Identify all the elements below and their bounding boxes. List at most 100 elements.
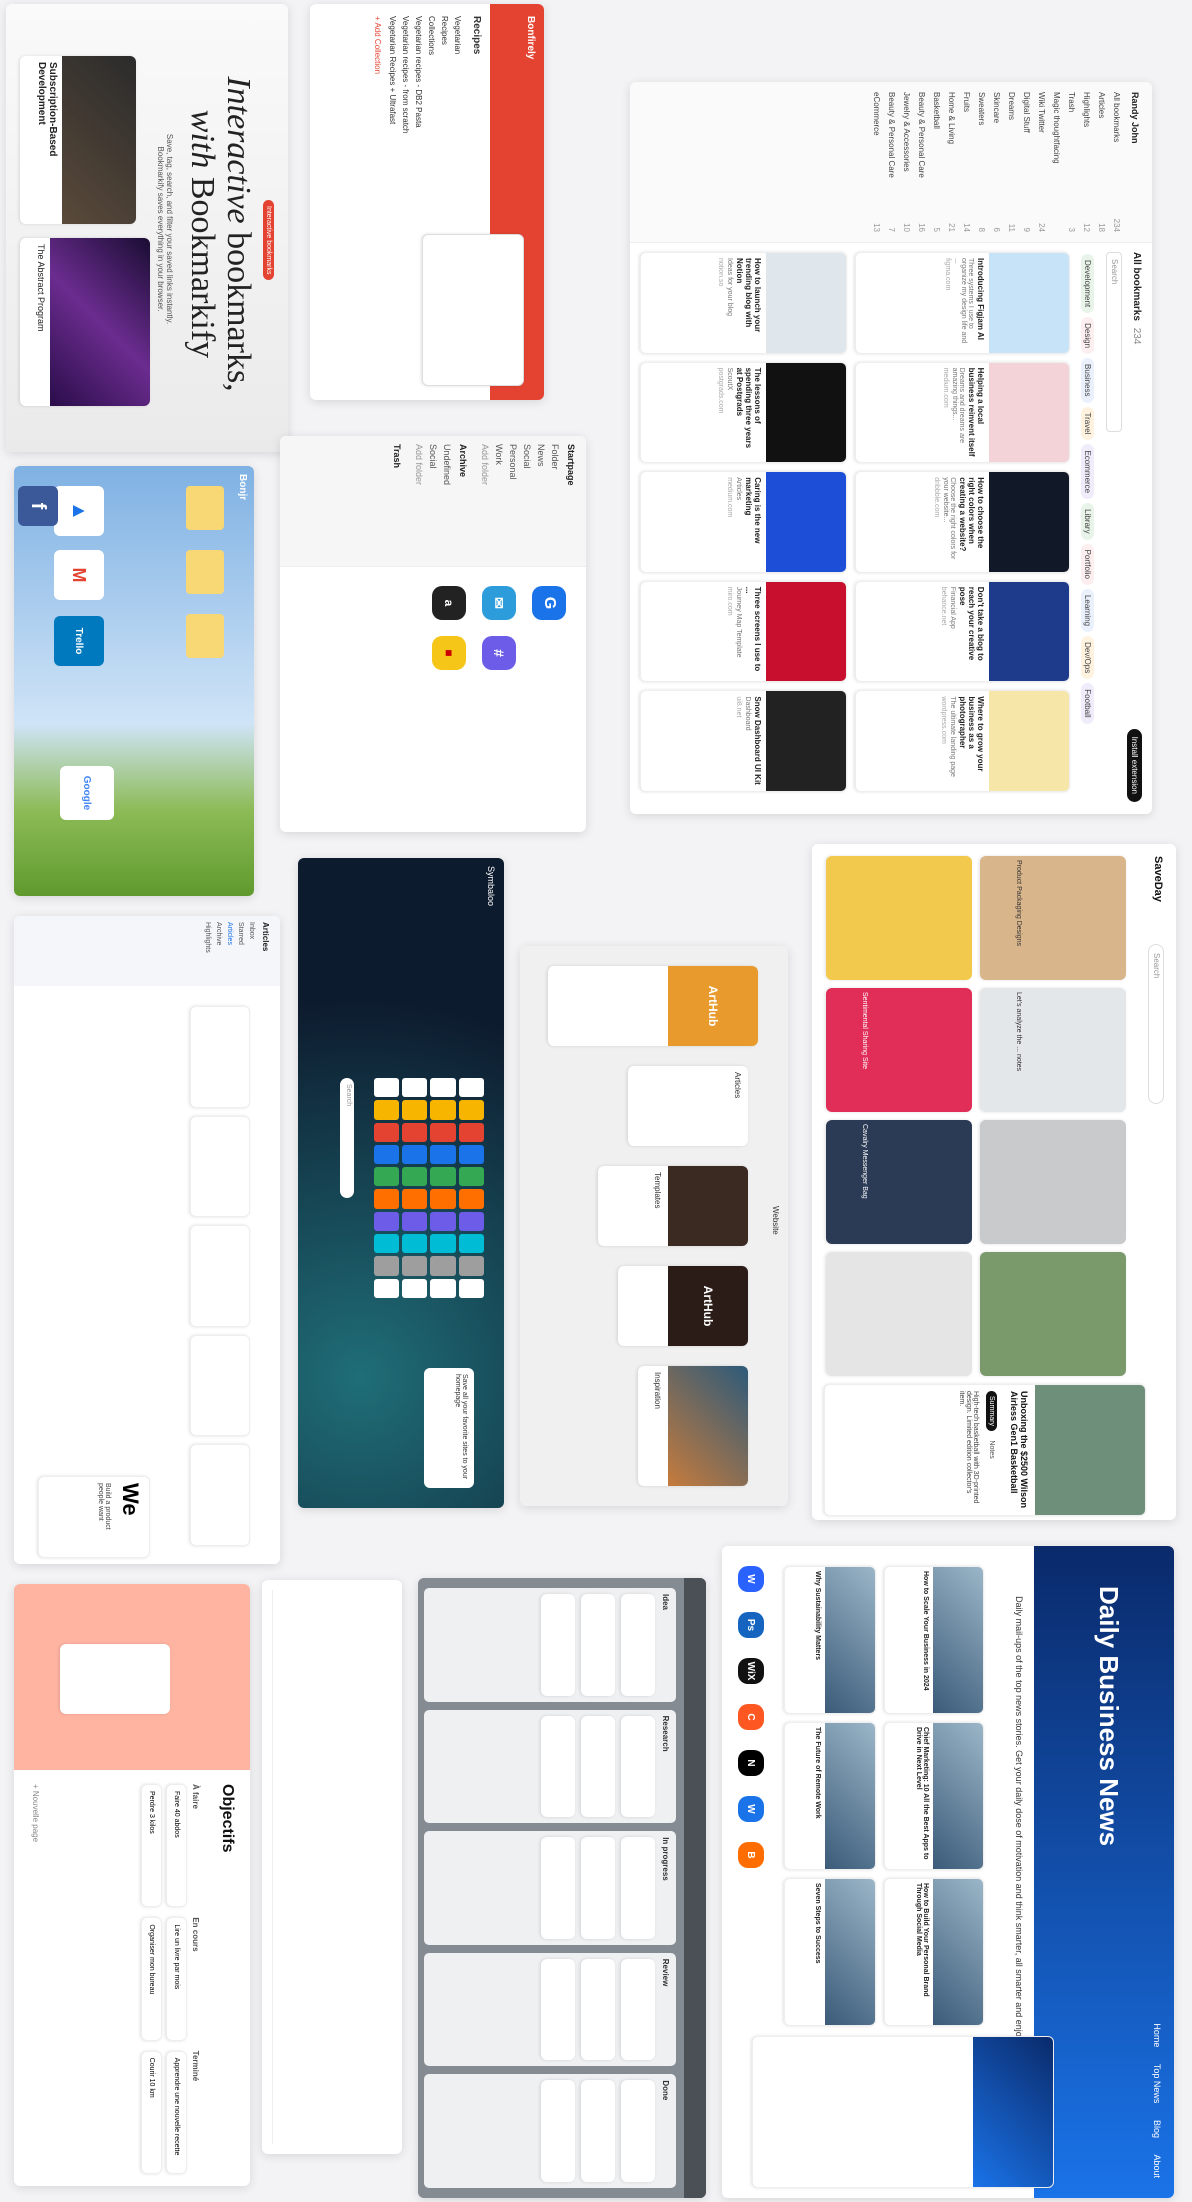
todo-item[interactable]: Vegetarian recipes - DB2 Pasta <box>412 16 425 196</box>
kanban-card[interactable] <box>621 1594 655 1696</box>
search-bar[interactable]: Search <box>340 1078 354 1198</box>
article-card[interactable] <box>190 1225 250 1327</box>
mail-icon[interactable]: ✉ <box>482 586 516 620</box>
speed-dial-tile-icon[interactable] <box>402 1122 428 1142</box>
grid-item[interactable] <box>826 856 972 980</box>
sidebar-item[interactable]: Inbox <box>246 916 257 986</box>
speed-dial-tile-icon[interactable] <box>402 1234 428 1254</box>
todo-add-button[interactable]: + Add Collection <box>369 16 386 196</box>
news-article-card[interactable]: The Future of Remote Work <box>784 1722 877 1870</box>
grid-item[interactable]: Cavalry Messenger Bag <box>826 1120 972 1244</box>
tag-filter[interactable]: Business <box>1081 358 1094 403</box>
news-article-card[interactable]: How to Build Your Personal Brand Through… <box>884 1878 984 2026</box>
grid-item[interactable] <box>980 1120 1126 1244</box>
sidebar-item[interactable]: Trash 3 <box>1064 82 1079 242</box>
arthub-card[interactable]: ArtHub <box>548 966 758 1046</box>
folder-item[interactable]: News <box>534 444 548 558</box>
folder-icon[interactable] <box>186 550 224 594</box>
app-icon[interactable]: WiX <box>738 1658 764 1684</box>
folder-item[interactable]: Social <box>520 444 534 558</box>
tag-filter[interactable]: Travel <box>1081 406 1094 441</box>
goal-card[interactable]: Perdre 3 kilos <box>141 1784 162 1908</box>
trello-icon[interactable]: Trello <box>54 616 104 666</box>
speed-dial-tile-icon[interactable] <box>402 1144 428 1165</box>
gmail-icon[interactable]: M <box>54 550 104 600</box>
folder-icon[interactable] <box>186 486 224 530</box>
speed-dial-tile-icon[interactable] <box>458 1278 484 1298</box>
new-page-button[interactable]: + Nouvelle page <box>31 1784 40 1842</box>
add-folder-button[interactable]: Add folder <box>478 444 492 558</box>
kanban-card[interactable] <box>581 1715 615 1818</box>
kanban-card[interactable] <box>541 1958 575 2061</box>
app-icon[interactable]: Ps <box>738 1612 764 1638</box>
grid-item[interactable]: Let's analyze the ... notes <box>980 988 1126 1112</box>
grid-item[interactable]: Sentimental Sharing Site <box>826 988 972 1112</box>
kanban-card[interactable] <box>581 1958 615 2061</box>
sidebar-item[interactable]: Jewelry & Accessories 10 <box>899 82 914 242</box>
tag-filter[interactable]: Ecommerce <box>1081 444 1094 500</box>
article-card[interactable] <box>190 1115 250 1218</box>
sidebar-item[interactable]: All bookmarks 234 <box>1109 82 1124 242</box>
sidebar-item[interactable]: Digital Stuff 9 <box>1019 82 1034 242</box>
speed-dial-tile-icon[interactable] <box>402 1189 428 1209</box>
todo-item[interactable]: Vegetarian recipes - from scratch <box>399 16 412 196</box>
nav-link[interactable]: About <box>1152 2154 1162 2178</box>
search-input[interactable]: Search <box>1106 252 1122 432</box>
speed-dial-tile-icon[interactable] <box>430 1100 456 1120</box>
speed-dial-tile-icon[interactable] <box>458 1122 484 1142</box>
grid-item[interactable] <box>980 1252 1126 1376</box>
speed-dial-tile-icon[interactable] <box>430 1167 456 1187</box>
article-card[interactable] <box>190 1334 250 1437</box>
sidebar-item[interactable]: Articles 18 <box>1094 82 1109 242</box>
sidebar-item[interactable]: Dreams 11 <box>1004 82 1019 242</box>
flags-icon[interactable]: ■ <box>432 636 466 670</box>
sidebar-item[interactable]: Skincare 6 <box>989 82 1004 242</box>
speed-dial-tile-icon[interactable] <box>430 1256 456 1276</box>
arthub-card[interactable]: Inspiration <box>638 1366 748 1486</box>
speed-dial-tile-icon[interactable] <box>458 1144 484 1165</box>
article-card[interactable] <box>190 1444 250 1546</box>
google-icon[interactable]: G <box>532 586 566 620</box>
app-icon[interactable]: N <box>738 1750 764 1776</box>
folder-icon[interactable] <box>186 614 224 658</box>
bookmark-card[interactable]: Introducing Figjam AI Three systems I use… <box>855 252 1070 354</box>
speed-dial-tile-icon[interactable] <box>430 1234 456 1254</box>
speed-dial-tile-icon[interactable] <box>402 1256 428 1276</box>
tab-summary[interactable]: Summary <box>986 1391 997 1431</box>
kanban-card[interactable] <box>541 1715 575 1818</box>
speed-dial-tile-icon[interactable] <box>374 1100 400 1120</box>
todo-item[interactable]: Vegetarian <box>451 16 464 196</box>
speed-dial-tile-icon[interactable] <box>374 1189 400 1209</box>
speed-dial-tile-icon[interactable] <box>402 1078 428 1098</box>
kanban-card[interactable] <box>621 1715 655 1818</box>
speed-dial-tile-icon[interactable] <box>374 1167 400 1187</box>
sidebar-item[interactable]: Archive <box>213 916 224 986</box>
speed-dial-tile-icon[interactable] <box>374 1211 400 1232</box>
speed-dial-tile-icon[interactable] <box>458 1167 484 1187</box>
bookmark-card[interactable]: How to choose the right colors when crea… <box>855 471 1070 573</box>
sidebar-item[interactable]: Beauty & Personal Care 7 <box>884 82 899 242</box>
tag-filter[interactable]: Learning <box>1081 588 1094 633</box>
goal-card[interactable]: Organiser mon bureau <box>141 1917 162 2041</box>
tag-filter[interactable]: Design <box>1081 317 1094 355</box>
tab-notes[interactable]: Notes <box>986 1435 997 1463</box>
app-icon[interactable]: W <box>738 1566 764 1592</box>
tag-filter[interactable]: Portfolio <box>1081 543 1094 585</box>
goal-card[interactable]: Faire 40 abdos <box>166 1784 187 1908</box>
drive-icon[interactable]: ▲ <box>54 486 104 536</box>
sidebar-item[interactable]: Wiki Twitter 24 <box>1034 82 1049 242</box>
sidebar-item[interactable]: Fruits 14 <box>959 82 974 242</box>
app-icon[interactable]: B <box>738 1842 764 1868</box>
grid-item[interactable]: Product Packaging Designs <box>980 856 1126 980</box>
sidebar-item[interactable]: Articles <box>224 916 235 986</box>
hero-card-1[interactable]: Subscription-Based Development <box>20 56 136 224</box>
user-name[interactable]: Randy John <box>1124 82 1152 242</box>
bookmark-card[interactable]: Snow Dashboard UI Kit Dashboard ui8.net <box>640 690 848 792</box>
bookmark-card[interactable]: Three screens I use to ... Journey Map Te… <box>640 580 848 683</box>
google-tile[interactable]: Google <box>60 766 114 820</box>
banner[interactable]: Save all your favorite sites to your hom… <box>424 1368 474 1488</box>
todo-item[interactable]: Recipes <box>438 16 451 196</box>
tag-filter[interactable]: Library <box>1081 503 1094 540</box>
archive-item[interactable]: Social <box>426 444 440 558</box>
arthub-card[interactable]: Articles <box>628 1066 748 1146</box>
